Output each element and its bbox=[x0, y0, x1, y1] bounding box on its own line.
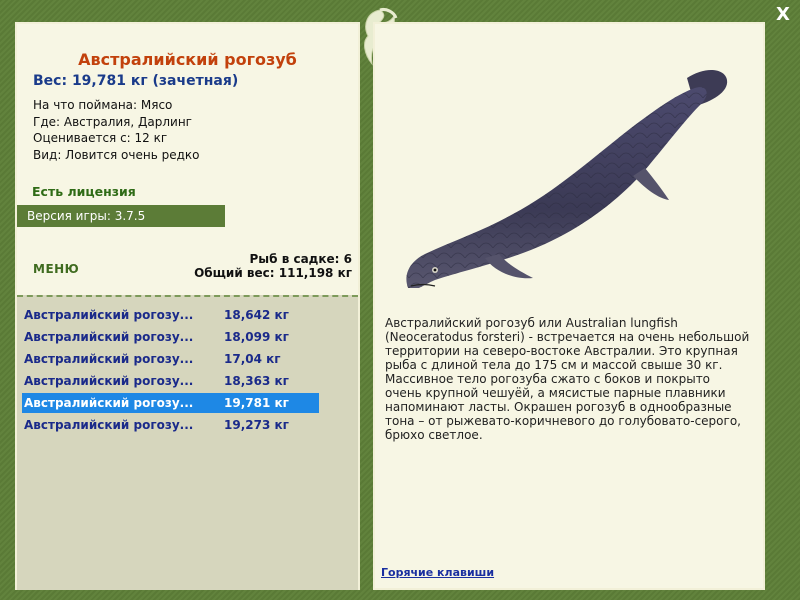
catch-weight: 18,099 кг bbox=[224, 330, 289, 344]
fish-image bbox=[406, 69, 728, 288]
cage-total-weight: Общий вес: 111,198 кг bbox=[194, 266, 352, 280]
fish-description-panel: Австралийский рогозуб или Australian lun… bbox=[373, 22, 765, 590]
cage-count: Рыб в садке: 6 bbox=[249, 252, 353, 266]
list-item[interactable]: Австралийский рогозу... 17,04 кг bbox=[22, 349, 319, 369]
list-item[interactable]: Австралийский рогозу... 18,642 кг bbox=[22, 305, 319, 325]
list-item[interactable]: Австралийский рогозу... 18,099 кг bbox=[22, 327, 319, 347]
close-button[interactable]: X bbox=[772, 4, 794, 26]
catch-name: Австралийский рогозу... bbox=[24, 418, 194, 432]
catch-name: Австралийский рогозу... bbox=[24, 374, 194, 388]
list-item[interactable]: Австралийский рогозу... 19,273 кг bbox=[22, 415, 319, 435]
fish-title: Австралийский рогозуб bbox=[78, 50, 297, 69]
rarity-info: Вид: Ловится очень редко bbox=[33, 147, 200, 162]
catch-weight: 19,781 кг bbox=[224, 396, 289, 410]
catch-weight: 17,04 кг bbox=[224, 352, 281, 366]
game-version: Версия игры: 3.7.5 bbox=[17, 205, 225, 227]
cage-stats: Рыб в садке: 6 Общий вес: 111,198 кг bbox=[194, 252, 352, 280]
location-info: Где: Австралия, Дарлинг bbox=[33, 114, 192, 129]
valued-from-info: Оценивается с: 12 кг bbox=[33, 131, 168, 145]
catch-name: Австралийский рогозу... bbox=[24, 352, 194, 366]
fish-info-panel: Австралийский рогозуб Вес: 19,781 кг (за… bbox=[15, 22, 360, 590]
catch-name: Австралийский рогозу... bbox=[24, 330, 194, 344]
fish-weight: Вес: 19,781 кг (зачетная) bbox=[33, 73, 239, 89]
catch-list: Австралийский рогозу... 18,642 кг Австра… bbox=[17, 295, 358, 590]
hotkeys-link[interactable]: Горячие клавиши bbox=[381, 566, 494, 579]
fish-details: На что поймана: Мясо Где: Австралия, Дар… bbox=[33, 97, 199, 163]
catch-weight: 19,273 кг bbox=[224, 418, 289, 432]
catch-name: Австралийский рогозу... bbox=[24, 308, 194, 322]
license-status: Есть лицензия bbox=[32, 184, 136, 199]
menu-button[interactable]: МЕНЮ bbox=[33, 262, 79, 276]
bait-info: На что поймана: Мясо bbox=[33, 98, 173, 112]
close-icon: X bbox=[776, 4, 790, 25]
list-item-selected[interactable]: Австралийский рогозу... 19,781 кг bbox=[22, 393, 319, 413]
catch-weight: 18,363 кг bbox=[224, 374, 289, 388]
list-item[interactable]: Австралийский рогозу... 18,363 кг bbox=[22, 371, 319, 391]
fish-description: Австралийский рогозуб или Australian lun… bbox=[385, 316, 750, 442]
catch-weight: 18,642 кг bbox=[224, 308, 289, 322]
catch-name: Австралийский рогозу... bbox=[24, 396, 194, 410]
